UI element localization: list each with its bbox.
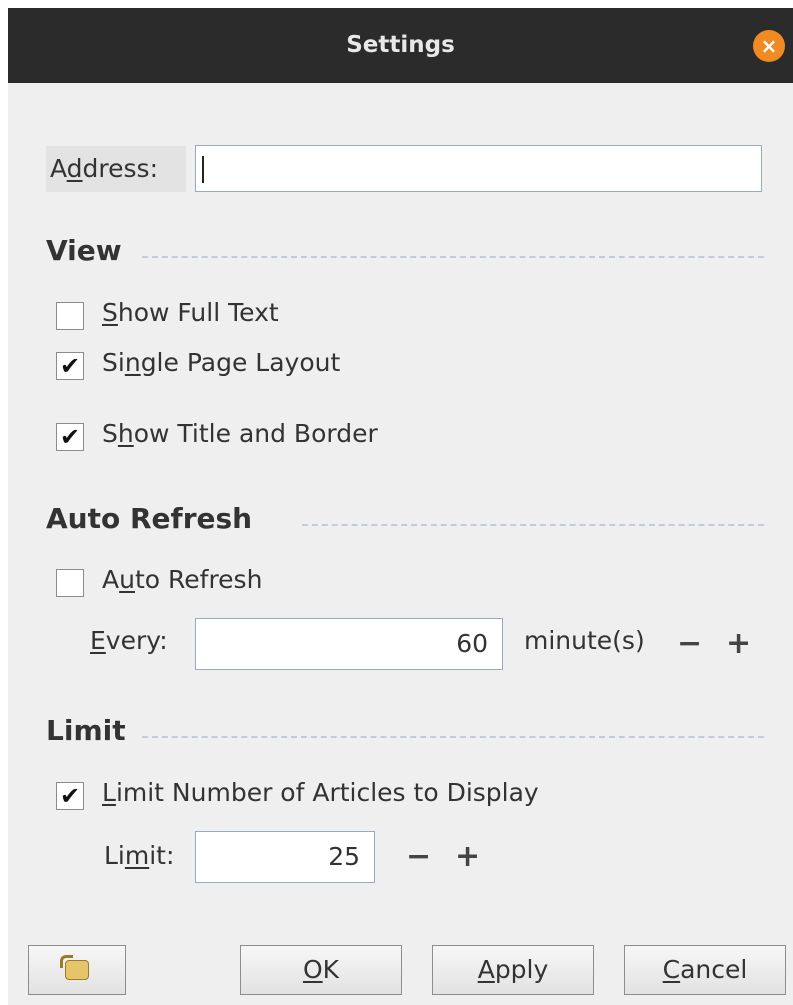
limit-articles-label[interactable]: Limit Number of Articles to Display xyxy=(102,778,539,807)
cancel-button[interactable]: Cancel xyxy=(624,945,786,995)
text-caret xyxy=(202,156,204,183)
reset-icon xyxy=(60,955,89,980)
show-title-border-label[interactable]: Show Title and Border xyxy=(102,419,378,448)
minutes-unit-label: minute(s) xyxy=(524,626,645,655)
limit-articles-checkbox[interactable]: ✔ xyxy=(56,782,84,810)
single-page-layout-label[interactable]: Single Page Layout xyxy=(102,348,340,377)
settings-dialog: Settings × Address: View Show Full Text … xyxy=(8,8,793,1005)
view-separator xyxy=(142,256,764,258)
ok-button[interactable]: OK xyxy=(240,945,402,995)
auto-refresh-separator xyxy=(302,524,764,526)
view-heading: View xyxy=(46,234,122,267)
limit-input[interactable]: 25 xyxy=(195,831,375,883)
show-full-text-checkbox[interactable] xyxy=(56,302,84,330)
show-full-text-label[interactable]: Show Full Text xyxy=(102,298,279,327)
auto-refresh-label[interactable]: Auto Refresh xyxy=(102,565,262,594)
single-page-layout-checkbox[interactable]: ✔ xyxy=(56,352,84,380)
show-title-border-checkbox[interactable]: ✔ xyxy=(56,423,84,451)
reset-button[interactable] xyxy=(28,945,126,995)
check-icon: ✔ xyxy=(59,423,81,451)
check-icon: ✔ xyxy=(59,782,81,810)
every-increment-button[interactable]: + xyxy=(726,629,751,659)
limit-heading: Limit xyxy=(46,714,126,747)
every-label: Every: xyxy=(90,626,168,655)
address-input[interactable] xyxy=(195,145,762,192)
dialog-title: Settings xyxy=(346,32,455,58)
auto-refresh-heading: Auto Refresh xyxy=(46,502,253,535)
apply-button[interactable]: Apply xyxy=(432,945,594,995)
every-decrement-button[interactable]: − xyxy=(677,629,702,659)
address-label: Address: xyxy=(46,146,186,192)
limit-label: Limit: xyxy=(104,841,175,870)
check-icon: ✔ xyxy=(59,352,81,380)
every-input[interactable]: 60 xyxy=(195,618,503,670)
limit-increment-button[interactable]: + xyxy=(455,842,480,872)
auto-refresh-checkbox[interactable] xyxy=(56,569,84,597)
limit-decrement-button[interactable]: − xyxy=(406,842,431,872)
close-icon[interactable]: × xyxy=(753,30,785,62)
limit-separator xyxy=(142,736,764,738)
title-bar[interactable]: Settings × xyxy=(8,8,793,83)
